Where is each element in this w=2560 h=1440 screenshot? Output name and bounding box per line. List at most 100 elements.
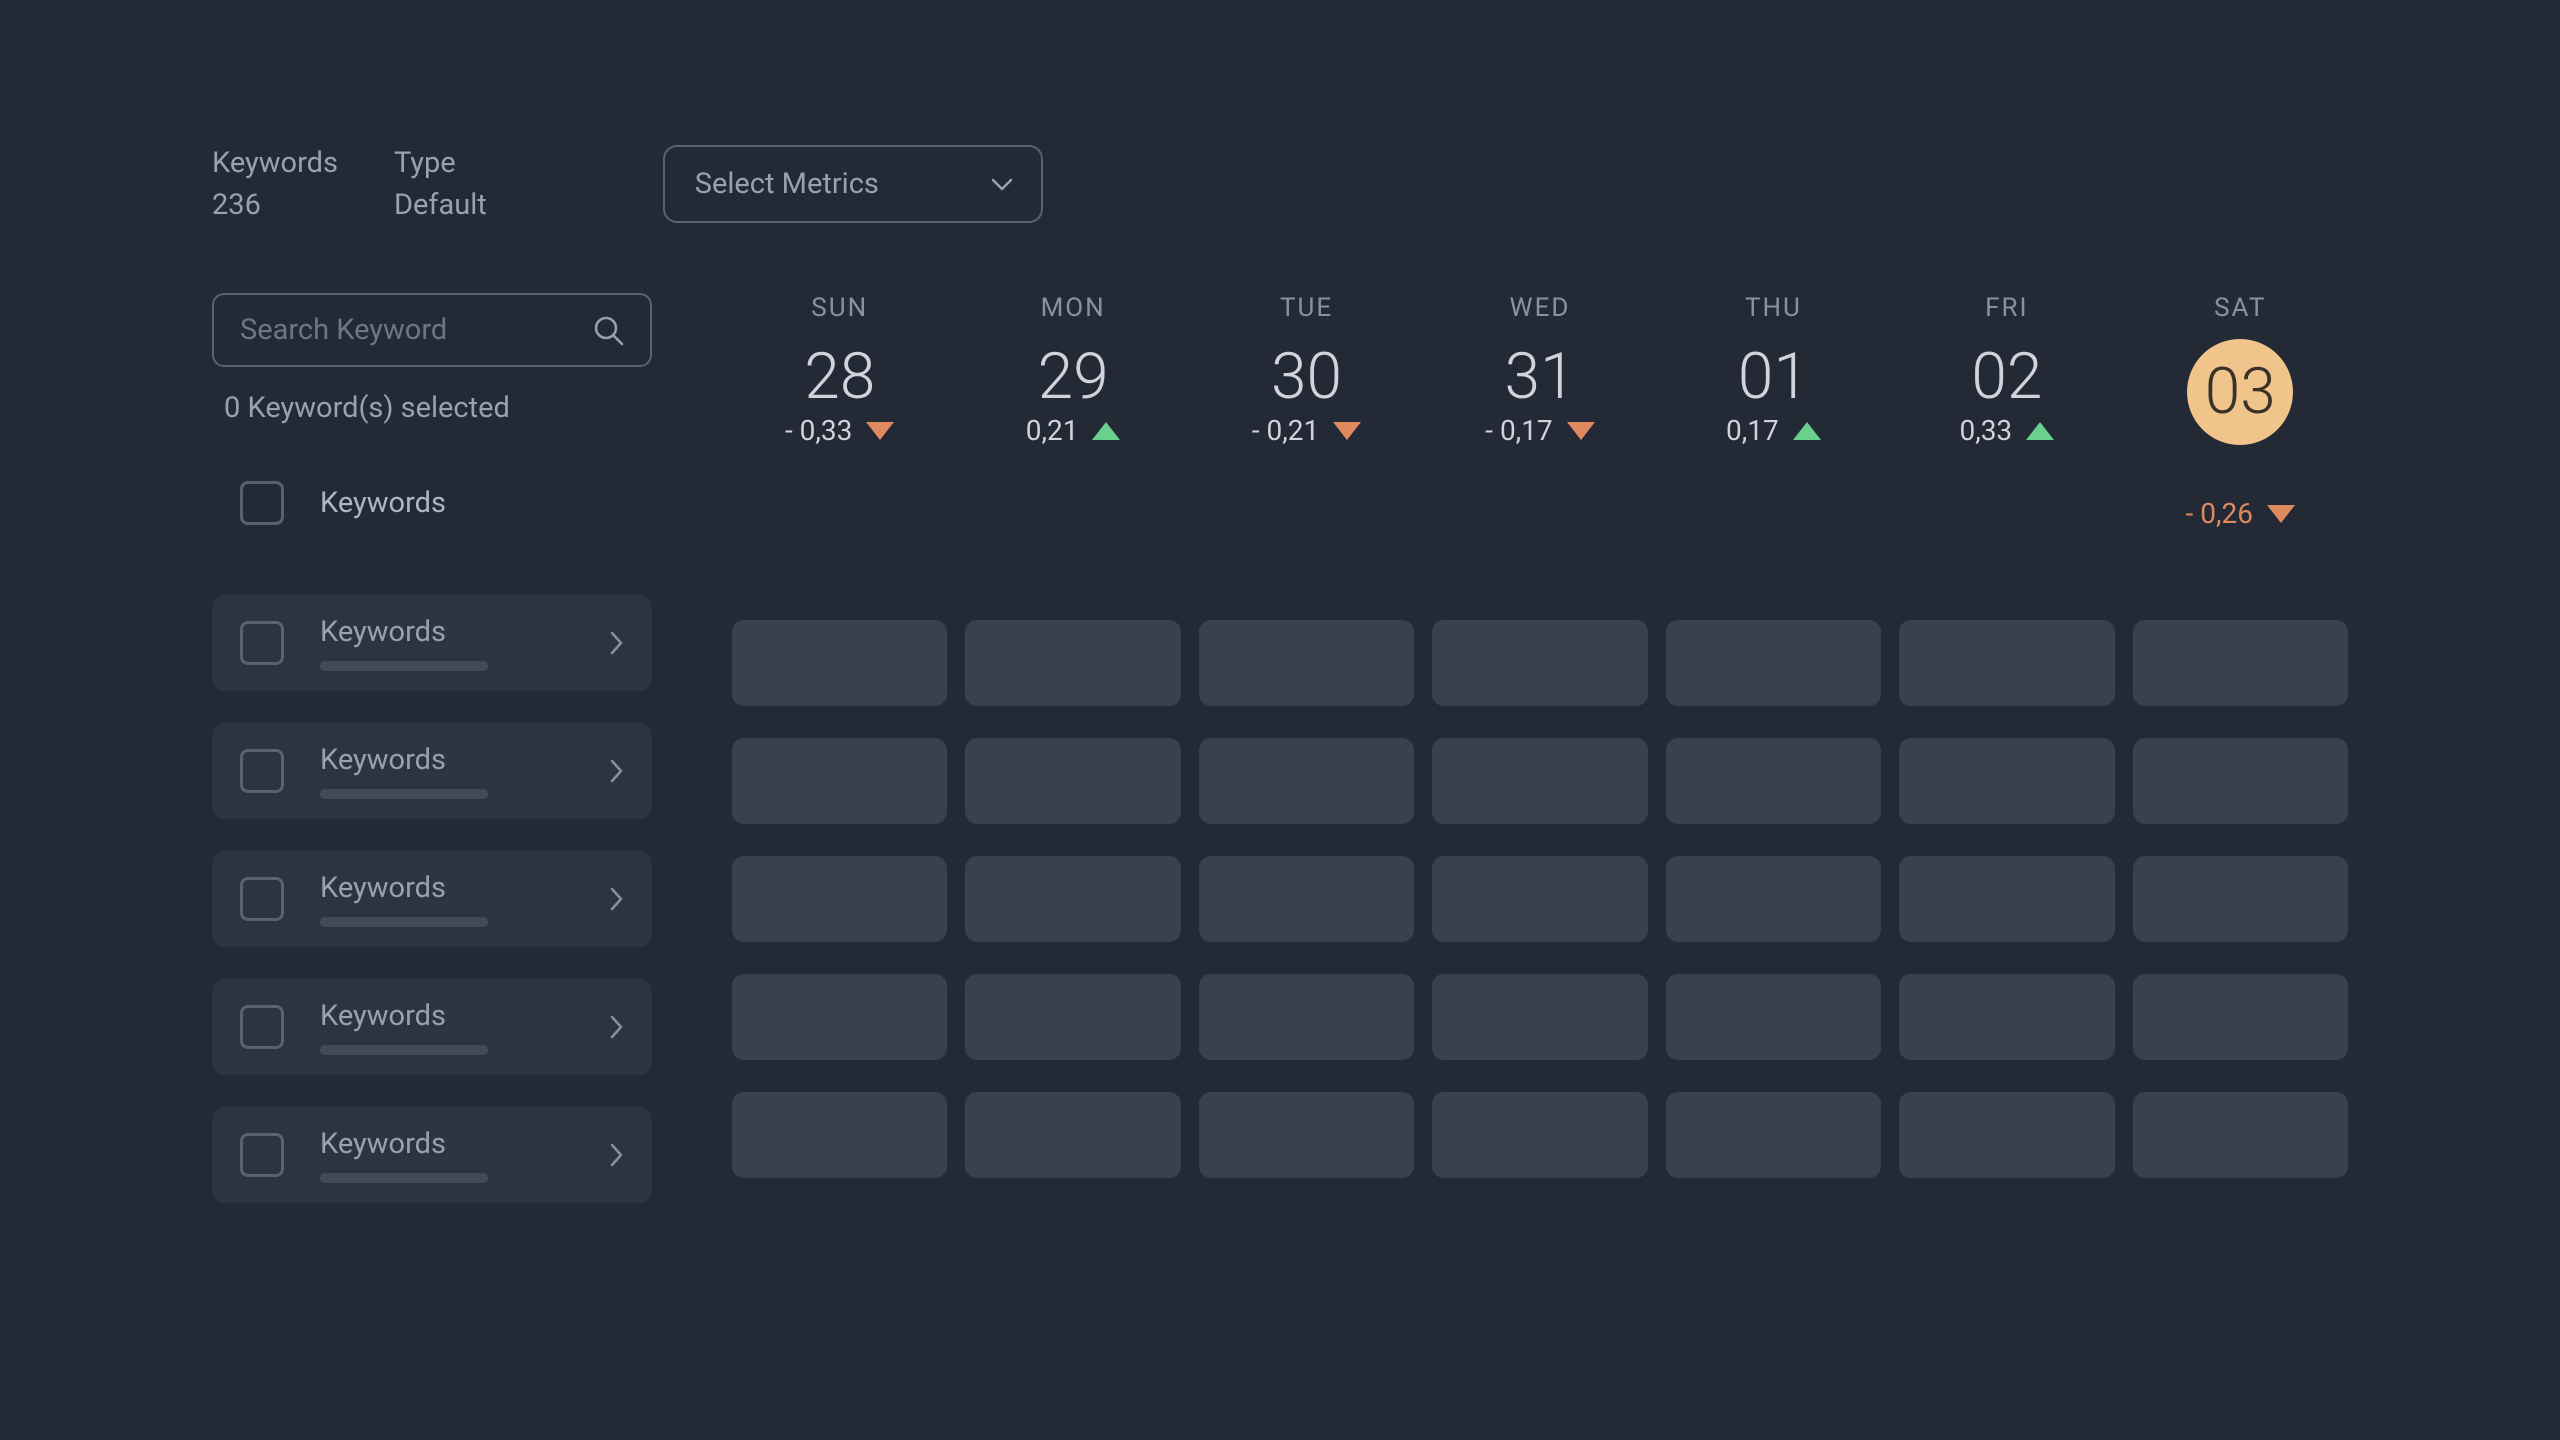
- metric-value: - 0,26: [2186, 497, 2253, 530]
- metric-value: - 0,17: [1485, 414, 1552, 447]
- keyword-row[interactable]: Keywords: [212, 979, 652, 1075]
- keyword-checkbox[interactable]: [240, 877, 284, 921]
- keywords-header-label: Keywords: [320, 486, 446, 520]
- grid-cell[interactable]: [1432, 856, 1647, 942]
- keyword-row-label: Keywords: [320, 871, 610, 905]
- trend-down-icon: [866, 422, 894, 440]
- day-column[interactable]: WED31- 0,17: [1432, 293, 1647, 530]
- day-column[interactable]: TUE30- 0,21: [1199, 293, 1414, 530]
- chevron-right-icon: [610, 1015, 624, 1039]
- chevron-right-icon: [610, 1143, 624, 1167]
- search-icon: [592, 314, 624, 346]
- day-name: THU: [1666, 293, 1881, 323]
- day-column[interactable]: THU010,17: [1666, 293, 1881, 530]
- grid-cell[interactable]: [1666, 1092, 1881, 1178]
- keyword-checkbox[interactable]: [240, 1133, 284, 1177]
- keyword-row[interactable]: Keywords: [212, 1107, 652, 1203]
- grid-cell[interactable]: [1899, 738, 2114, 824]
- grid-cell[interactable]: [1899, 1092, 2114, 1178]
- grid-cell[interactable]: [732, 974, 947, 1060]
- day-number: 28: [804, 339, 875, 414]
- grid-cell[interactable]: [1899, 974, 2114, 1060]
- search-input[interactable]: Search Keyword: [212, 293, 652, 367]
- keyword-progress-bar: [320, 661, 488, 671]
- grid-cell[interactable]: [965, 1092, 1180, 1178]
- grid-cell[interactable]: [965, 620, 1180, 706]
- type-stat: Type Default: [394, 146, 487, 222]
- grid-cell[interactable]: [1432, 1092, 1647, 1178]
- metric-value: - 0,21: [1252, 414, 1319, 447]
- day-metric: - 0,21: [1199, 414, 1414, 447]
- grid-cell[interactable]: [1432, 974, 1647, 1060]
- day-number: 02: [1971, 339, 2042, 414]
- grid-cell[interactable]: [1199, 856, 1414, 942]
- keywords-label: Keywords: [212, 146, 338, 180]
- grid-cell[interactable]: [2133, 620, 2348, 706]
- day-number: 29: [1038, 339, 1109, 414]
- grid-cell[interactable]: [1666, 856, 1881, 942]
- keyword-progress-bar: [320, 789, 488, 799]
- keyword-row-label: Keywords: [320, 743, 610, 777]
- grid-cell[interactable]: [2133, 974, 2348, 1060]
- keyword-progress-bar: [320, 917, 488, 927]
- grid-row: [732, 620, 2348, 706]
- day-metric: 0,33: [1899, 414, 2114, 447]
- select-metrics-label: Select Metrics: [695, 167, 879, 201]
- grid-cell[interactable]: [732, 738, 947, 824]
- grid-row: [732, 856, 2348, 942]
- grid-cell[interactable]: [1199, 974, 1414, 1060]
- grid-cell[interactable]: [1899, 620, 2114, 706]
- grid-cell[interactable]: [1432, 620, 1647, 706]
- metric-value: 0,17: [1726, 414, 1779, 447]
- trend-down-icon: [1333, 422, 1361, 440]
- select-metrics-dropdown[interactable]: Select Metrics: [663, 145, 1043, 223]
- keyword-row-label: Keywords: [320, 999, 610, 1033]
- trend-down-icon: [1567, 422, 1595, 440]
- keyword-row[interactable]: Keywords: [212, 723, 652, 819]
- day-column[interactable]: SAT03- 0,26: [2133, 293, 2348, 530]
- day-column[interactable]: MON290,21: [965, 293, 1180, 530]
- grid-row: [732, 738, 2348, 824]
- select-all-checkbox[interactable]: [240, 481, 284, 525]
- metric-value: - 0,33: [785, 414, 852, 447]
- grid-cell[interactable]: [732, 620, 947, 706]
- select-all-row[interactable]: Keywords: [212, 481, 652, 525]
- day-number: 30: [1271, 339, 1342, 414]
- day-name: WED: [1432, 293, 1647, 323]
- grid-cell[interactable]: [2133, 738, 2348, 824]
- keyword-checkbox[interactable]: [240, 749, 284, 793]
- grid-cell[interactable]: [1199, 620, 1414, 706]
- grid-cell[interactable]: [1199, 1092, 1414, 1178]
- keywords-value: 236: [212, 188, 338, 222]
- keyword-row[interactable]: Keywords: [212, 851, 652, 947]
- trend-up-icon: [2026, 422, 2054, 440]
- grid-cell[interactable]: [965, 738, 1180, 824]
- day-name: FRI: [1899, 293, 2114, 323]
- grid-cell[interactable]: [2133, 1092, 2348, 1178]
- keyword-checkbox[interactable]: [240, 621, 284, 665]
- search-placeholder: Search Keyword: [240, 313, 447, 347]
- day-metric: - 0,17: [1432, 414, 1647, 447]
- grid-cell[interactable]: [1199, 738, 1414, 824]
- grid-cell[interactable]: [1899, 856, 2114, 942]
- grid-cell[interactable]: [965, 856, 1180, 942]
- grid-cell[interactable]: [2133, 856, 2348, 942]
- grid-row: [732, 974, 2348, 1060]
- day-column[interactable]: FRI 020,33: [1899, 293, 2114, 530]
- day-metric: - 0,26: [2133, 497, 2348, 530]
- keyword-row-label: Keywords: [320, 615, 610, 649]
- grid-cell[interactable]: [965, 974, 1180, 1060]
- keyword-checkbox[interactable]: [240, 1005, 284, 1049]
- chevron-right-icon: [610, 631, 624, 655]
- grid-cell[interactable]: [1666, 738, 1881, 824]
- keyword-progress-bar: [320, 1173, 488, 1183]
- grid-cell[interactable]: [1432, 738, 1647, 824]
- grid-cell[interactable]: [732, 1092, 947, 1178]
- grid-cell[interactable]: [1666, 620, 1881, 706]
- day-column[interactable]: SUN28- 0,33: [732, 293, 947, 530]
- keyword-row[interactable]: Keywords: [212, 595, 652, 691]
- grid-cell[interactable]: [1666, 974, 1881, 1060]
- grid-cell[interactable]: [732, 856, 947, 942]
- type-label: Type: [394, 146, 487, 180]
- keyword-progress-bar: [320, 1045, 488, 1055]
